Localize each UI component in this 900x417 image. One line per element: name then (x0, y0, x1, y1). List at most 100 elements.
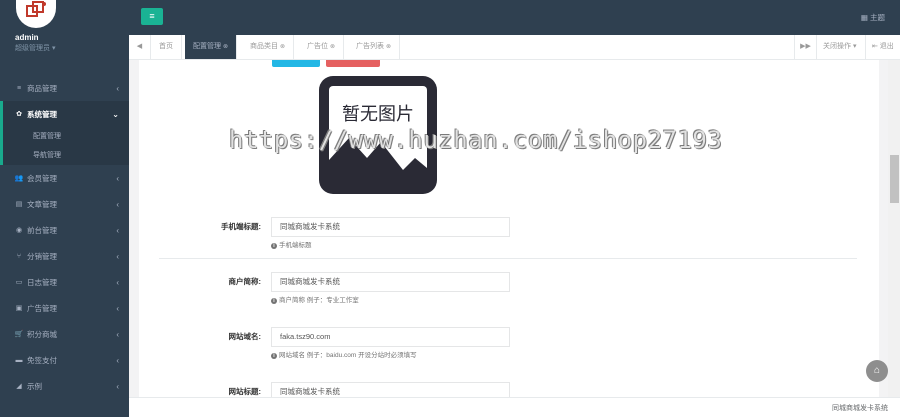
mobile-title-input[interactable]: 同城商城发卡系统 (271, 217, 510, 237)
tab-label: 广告列表 (356, 43, 384, 50)
sidebar-subitem-config[interactable]: 配置管理 (3, 127, 129, 146)
cart-icon: 🛒 (14, 331, 24, 338)
sidebar-item-label: 前台管理 (27, 225, 57, 235)
chevron-left-icon: ‹ (116, 83, 119, 93)
site-title-label: 网站标题: (228, 387, 262, 396)
image-icon: ▣ (15, 305, 23, 312)
sidebar-item-label: 积分商城 (27, 329, 57, 339)
chevron-left-icon: ‹ (116, 199, 119, 209)
tabs-bar: ◀ 首页 配置管理 ⊗ 商品类目 ⊗ 广告位 ⊗ 广告列表 ⊗ ▶▶ 关闭操作 ▾ ⇤ … (129, 35, 900, 60)
sidebar-submenu: 配置管理 导航管理 (0, 127, 129, 165)
info-icon: i (271, 353, 277, 359)
sidebar-item-label: 商品管理 (27, 83, 57, 93)
mobile-title-label: 手机端标题: (221, 222, 261, 231)
top-navbar: ≡ ▦ 主题 (129, 0, 900, 35)
app-logo (16, 0, 56, 28)
domain-help: i 网站域名 例子：baidu.com 开设分站时必须填写 (271, 349, 417, 359)
divider (159, 258, 857, 259)
info-icon: i (271, 243, 277, 249)
sidebar-item-payment[interactable]: ▬ 免签支付 ‹ (0, 347, 129, 373)
chevron-left-icon: ‹ (116, 381, 119, 391)
close-icon[interactable]: ⊗ (223, 44, 228, 50)
sidebar-item-label: 会员管理 (27, 173, 57, 183)
merchant-name-input[interactable]: 同城商城发卡系统 (271, 272, 510, 292)
chevron-left-icon: ‹ (116, 329, 119, 339)
sidebar-item-examples[interactable]: ◢ 示例 ‹ (0, 373, 129, 399)
sidebar-item-label: 分销管理 (27, 251, 57, 261)
scrollbar-thumb[interactable] (890, 155, 899, 203)
tab-categories[interactable]: 商品类目 ⊗ (242, 35, 295, 59)
delete-button[interactable] (326, 60, 380, 67)
domain-input[interactable]: faka.tsz90.com (271, 327, 510, 347)
chevron-left-icon: ‹ (116, 277, 119, 287)
tab-home[interactable]: 首页 (151, 35, 182, 59)
chevron-left-icon: ‹ (116, 225, 119, 235)
user-role-dropdown[interactable]: 超级管理员 ▾ (15, 43, 55, 53)
sidebar-item-logs[interactable]: ▭ 日志管理 ‹ (0, 269, 129, 295)
main-content: 暂无图片 https://www.huzhan.com/ishop27193 手… (129, 60, 888, 397)
help-text: 网站域名 例子：baidu.com 开设分站时必须填写 (279, 352, 417, 359)
sidebar-item-ads[interactable]: ▣ 广告管理 ‹ (0, 295, 129, 321)
tab-label: 配置管理 (193, 43, 221, 50)
close-icon[interactable]: ⊗ (386, 44, 391, 50)
mobile-title-help: i 手机端标题 (271, 239, 312, 249)
site-title-input[interactable]: 同城商城发卡系统 (271, 382, 510, 397)
merchant-name-help: i 商户简称 例子：专业工作室 (271, 294, 359, 304)
sidebar-item-products[interactable]: ≡ 商品管理 ‹ (0, 75, 129, 101)
chevron-down-icon: ⌄ (112, 109, 119, 119)
scrollbar-track[interactable] (888, 60, 900, 397)
chevron-left-icon: ‹ (116, 173, 119, 183)
tab-label: 商品类目 (250, 43, 278, 50)
database-icon: ◉ (15, 227, 23, 234)
tabs-scroll-left-icon[interactable]: ◀ (129, 35, 151, 59)
list-icon: ≡ (16, 84, 22, 92)
tab-label: 广告位 (307, 43, 328, 50)
watermark-text: https://www.huzhan.com/ishop27193 (229, 126, 723, 154)
close-icon[interactable]: ⊗ (280, 44, 285, 50)
user-name[interactable]: admin (15, 33, 39, 42)
sidebar-item-points-mall[interactable]: 🛒 积分商城 ‹ (0, 321, 129, 347)
tab-operations-dropdown[interactable]: 关闭操作 ▾ (816, 35, 862, 59)
sidebar-subitem-nav[interactable]: 导航管理 (3, 146, 129, 165)
chevron-left-icon: ‹ (116, 303, 119, 313)
sidebar-item-label: 系统管理 (27, 109, 57, 119)
close-icon[interactable]: ⊗ (330, 44, 335, 50)
tab-label: 首页 (159, 43, 173, 50)
footer: 同城商城发卡系统 (129, 397, 900, 417)
menu-toggle-button[interactable]: ≡ (141, 8, 163, 25)
chevron-left-icon: ‹ (116, 355, 119, 365)
sidebar-item-system[interactable]: ✿ 系统管理 ⌄ (0, 101, 129, 127)
sidebar-item-label: 示例 (27, 381, 42, 391)
chevron-left-icon: ‹ (116, 251, 119, 261)
footer-text: 同城商城发卡系统 (832, 405, 888, 412)
document-icon: ▤ (15, 201, 23, 208)
gear-icon: ✿ (16, 111, 22, 118)
info-icon: i (271, 298, 277, 304)
sidebar-item-label: 文章管理 (27, 199, 57, 209)
help-text: 商户简称 例子：专业工作室 (279, 297, 359, 304)
sidebar-item-frontend[interactable]: ◉ 前台管理 ‹ (0, 217, 129, 243)
upload-button[interactable] (272, 60, 320, 67)
tabs-scroll-right-icon[interactable]: ▶▶ (794, 35, 816, 59)
tab-ad-slots[interactable]: 广告位 ⊗ (299, 35, 345, 59)
merchant-name-label: 商户简称: (228, 277, 262, 286)
config-panel: 暂无图片 https://www.huzhan.com/ishop27193 手… (139, 60, 879, 397)
sidebar-item-distribution[interactable]: ⑂ 分销管理 ‹ (0, 243, 129, 269)
sidebar: admin 超级管理员 ▾ ≡ 商品管理 ‹ ✿ 系统管理 ⌄ 配置管理 导航管理 👥 会… (0, 0, 129, 417)
tab-ad-list[interactable]: 广告列表 ⊗ (348, 35, 401, 59)
tab-config[interactable]: 配置管理 ⊗ (185, 35, 238, 59)
domain-label: 网站域名: (228, 332, 262, 341)
theme-button[interactable]: ▦ 主题 (861, 12, 885, 23)
share-icon: ⑂ (16, 252, 22, 260)
sidebar-item-label: 免签支付 (27, 355, 57, 365)
no-image-text: 暂无图片 (342, 104, 414, 125)
sidebar-item-members[interactable]: 👥 会员管理 ‹ (0, 165, 129, 191)
sidebar-item-label: 广告管理 (27, 303, 57, 313)
logout-button[interactable]: ⇤ 退出 (865, 35, 900, 59)
home-icon[interactable]: ⌂ (866, 360, 888, 382)
sidebar-nav: ≡ 商品管理 ‹ ✿ 系统管理 ⌄ 配置管理 导航管理 👥 会员管理 ‹ ▤ 文章管理 ‹ ◉ 前… (0, 75, 129, 399)
chart-icon: ◢ (16, 383, 22, 390)
sidebar-item-articles[interactable]: ▤ 文章管理 ‹ (0, 191, 129, 217)
help-text: 手机端标题 (279, 242, 312, 249)
credit-card-icon: ▬ (15, 356, 23, 364)
